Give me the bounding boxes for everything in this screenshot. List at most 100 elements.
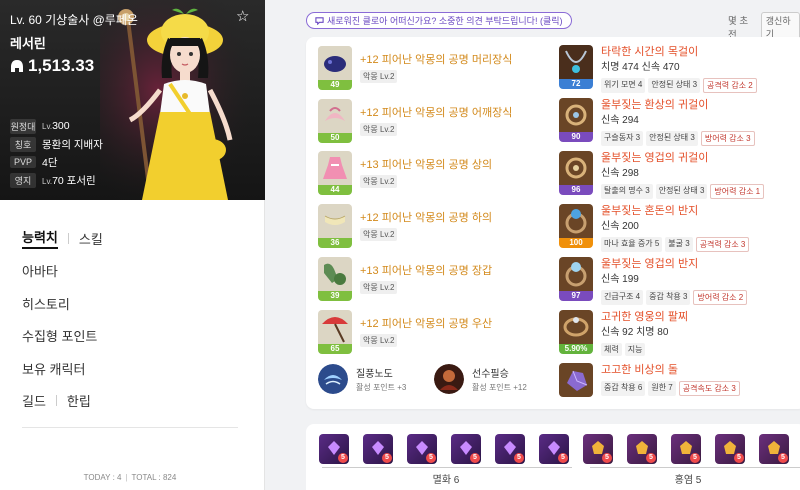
item-set-level: 악몽 Lv.2: [360, 281, 398, 294]
engraving-name: 선수필승: [472, 369, 509, 380]
item-stats: 신속 200: [601, 221, 639, 232]
engraving-tag: 안정된 상태 3: [648, 78, 701, 93]
info-value: Lv.300: [42, 120, 70, 132]
gem-level: 5: [646, 453, 656, 463]
gem-slot-7[interactable]: 5: [583, 434, 613, 464]
gem-slot-3[interactable]: 5: [407, 434, 437, 464]
gem-slot-9[interactable]: 5: [671, 434, 701, 464]
equip-ability-stone[interactable]: 고고한 비상의 돌 중갑 착용 6 원한 7 공격속도 감소 3: [559, 363, 740, 397]
item-name: +12 피어난 악몽의 공명 머리장식: [360, 54, 513, 66]
engraving-tag: 원한 7: [648, 381, 676, 396]
info-tag: 영지: [10, 172, 36, 188]
item-stats: 신속 294: [601, 115, 639, 126]
item-icon: 100: [559, 204, 593, 248]
helmet-icon: [11, 59, 23, 72]
visit-stats: TODAY : 4 | TOTAL : 824: [22, 473, 238, 482]
feedback-notice-button[interactable]: 새로워진 클로아 어떠신가요? 소중한 의견 부탁드립니다! (클릭): [306, 12, 572, 29]
equip-bracelet[interactable]: 5.90% 고귀한 영웅의 팔찌 신속 92 치명 80 체력 지능: [559, 310, 688, 356]
side-menu: 능력치 스킬 아바타 히스토리 수집형 포인트 보유 캐릭터 길드 한립: [22, 222, 238, 417]
item-info: 울부짖는 영겁의 귀걸이 신속 298 탈출의 명수 3 안정된 상태 3 방어…: [601, 151, 765, 199]
info-row-title: 칭호 몽환의 지배자: [10, 135, 103, 153]
info-prefix: Lv.: [42, 176, 53, 186]
item-icon: 65: [318, 310, 352, 354]
item-info: 고고한 비상의 돌 중갑 착용 6 원한 7 공격속도 감소 3: [601, 363, 740, 396]
info-value: Lv.70 포서린: [42, 173, 96, 188]
equip-bottom[interactable]: 36 +12 피어난 악몽의 공명 하의 악몽 Lv.2: [318, 204, 492, 248]
gem-slot-6[interactable]: 5: [539, 434, 569, 464]
equipment-panel: 49 +12 피어난 악몽의 공명 머리장식 악몽 Lv.2 50 +12 피어…: [306, 37, 800, 409]
item-name: 울부짖는 영겁의 반지: [601, 258, 699, 270]
item-set-level: 악몽 Lv.2: [360, 123, 398, 136]
item-name: 타락한 시간의 목걸이: [601, 46, 699, 58]
equip-weapon[interactable]: 65 +12 피어난 악몽의 공명 우산 악몽 Lv.2: [318, 310, 492, 354]
engraving-tag: 안정된 상태 3: [646, 131, 698, 146]
equip-ring-2[interactable]: 97 울부짖는 영겁의 반지 신속 199 긴급구조 4 중갑 착용 3 방어력…: [559, 257, 748, 305]
equip-top[interactable]: 44 +13 피어난 악몽의 공명 상의 악몽 Lv.2: [318, 151, 492, 195]
quality-value: 100: [559, 238, 593, 248]
menu-item-history[interactable]: 히스토리: [22, 287, 238, 320]
gem-group-label: 멸화 6: [432, 475, 460, 486]
engraving-text: 선수필승 활성 포인트 +12: [472, 365, 527, 393]
info-value: 몽환의 지배자: [42, 138, 103, 151]
menu-tab-stats[interactable]: 능력치: [22, 227, 58, 250]
gem-slot-10[interactable]: 5: [715, 434, 745, 464]
equip-shoulder[interactable]: 50 +12 피어난 악몽의 공명 어깨장식 악몽 Lv.2: [318, 99, 512, 143]
gem-level: 5: [426, 453, 436, 463]
equip-earring-2[interactable]: 96 울부짖는 영겁의 귀걸이 신속 298 탈출의 명수 3 안정된 상태 3…: [559, 151, 765, 199]
gem-level: 5: [382, 453, 392, 463]
guild-name[interactable]: 한립: [67, 391, 91, 410]
equip-ring-1[interactable]: 100 울부짖는 혼돈의 반지 신속 200 마나 효율 증가 5 불굴 3 공…: [559, 204, 750, 252]
equip-necklace[interactable]: 72 타락한 시간의 목걸이 치명 474 신속 470 위기 모면 4 안정된…: [559, 45, 757, 93]
item-info: 울부짖는 혼돈의 반지 신속 200 마나 효율 증가 5 불굴 3 공격력 감…: [601, 204, 750, 252]
gem-level: 5: [470, 453, 480, 463]
favorite-star-icon[interactable]: ☆: [236, 7, 249, 25]
equip-gloves[interactable]: 39 +13 피어난 악몽의 공명 장갑 악몽 Lv.2: [318, 257, 492, 301]
info-tag: PVP: [10, 156, 36, 168]
effect-tag: 지능: [624, 343, 646, 356]
ability-stone-icon: [559, 363, 593, 397]
item-icon: [559, 363, 593, 397]
gems-panel: 5 5 5 5 5 5 5 5 5 5 5 멸화 6 홍염 5: [306, 424, 800, 490]
menu-item-avatar[interactable]: 아바타: [22, 255, 238, 288]
info-value-text: 70 포서린: [52, 174, 96, 187]
gem-slot-1[interactable]: 5: [319, 434, 349, 464]
gem-level: 5: [558, 453, 568, 463]
engraving-item-2[interactable]: 선수필승 활성 포인트 +12: [434, 364, 527, 394]
profile-card: Lv. 60 기상술사 @루페온 ☆ 레서린 1,513.33 원정대 Lv.3…: [0, 0, 265, 200]
gem-slot-8[interactable]: 5: [627, 434, 657, 464]
gem-slot-4[interactable]: 5: [451, 434, 481, 464]
quality-value: 44: [318, 185, 352, 195]
engraving-tag: 중갑 착용 6: [601, 381, 646, 396]
gem-slot-11[interactable]: 5: [759, 434, 789, 464]
engraving-tag: 구슬동자 3: [601, 131, 644, 146]
gem-slot-2[interactable]: 5: [363, 434, 393, 464]
character-portrait: [100, 0, 265, 200]
menu-tab-skills[interactable]: 스킬: [79, 229, 103, 248]
menu-item-guild[interactable]: 길드: [22, 391, 46, 410]
item-stats: 신속 92 치명 80: [601, 327, 669, 338]
gem-group-bracket: [590, 467, 800, 468]
engraving-strike-icon: [434, 364, 464, 394]
penalty-tag: 방어력 감소 3: [700, 131, 755, 146]
menu-item-collectibles[interactable]: 수집형 포인트: [22, 320, 238, 353]
item-name: +12 피어난 악몽의 공명 어깨장식: [360, 107, 513, 119]
equip-head[interactable]: 49 +12 피어난 악몽의 공명 머리장식 악몽 Lv.2: [318, 46, 512, 90]
item-icon: 50: [318, 99, 352, 143]
equip-earring-1[interactable]: 90 울부짖는 환상의 귀걸이 신속 294 구슬동자 3 안정된 상태 3 방…: [559, 98, 755, 146]
engraving-item-1[interactable]: 질풍노도 활성 포인트 +3: [318, 364, 406, 394]
gem-level: 5: [602, 453, 612, 463]
info-row-estate: 영지 Lv.70 포서린: [10, 171, 103, 189]
item-name: 고귀한 영웅의 팔찌: [601, 311, 689, 323]
item-icon: 72: [559, 45, 593, 89]
item-icon: 36: [318, 204, 352, 248]
menu-row-guild: 길드 한립: [22, 385, 238, 418]
engraving-text: 질풍노도 활성 포인트 +3: [356, 365, 406, 393]
item-effects: 체력 지능: [601, 343, 688, 356]
item-info: +12 피어난 악몽의 공명 어깨장식 악몽 Lv.2: [360, 106, 512, 136]
menu-item-characters[interactable]: 보유 캐릭터: [22, 352, 238, 385]
item-set-level: 악몽 Lv.2: [360, 175, 398, 188]
gem-slot-5[interactable]: 5: [495, 434, 525, 464]
quality-value: 65: [318, 344, 352, 354]
visits-today: TODAY : 4: [83, 473, 122, 482]
quality-value: 50: [318, 133, 352, 143]
